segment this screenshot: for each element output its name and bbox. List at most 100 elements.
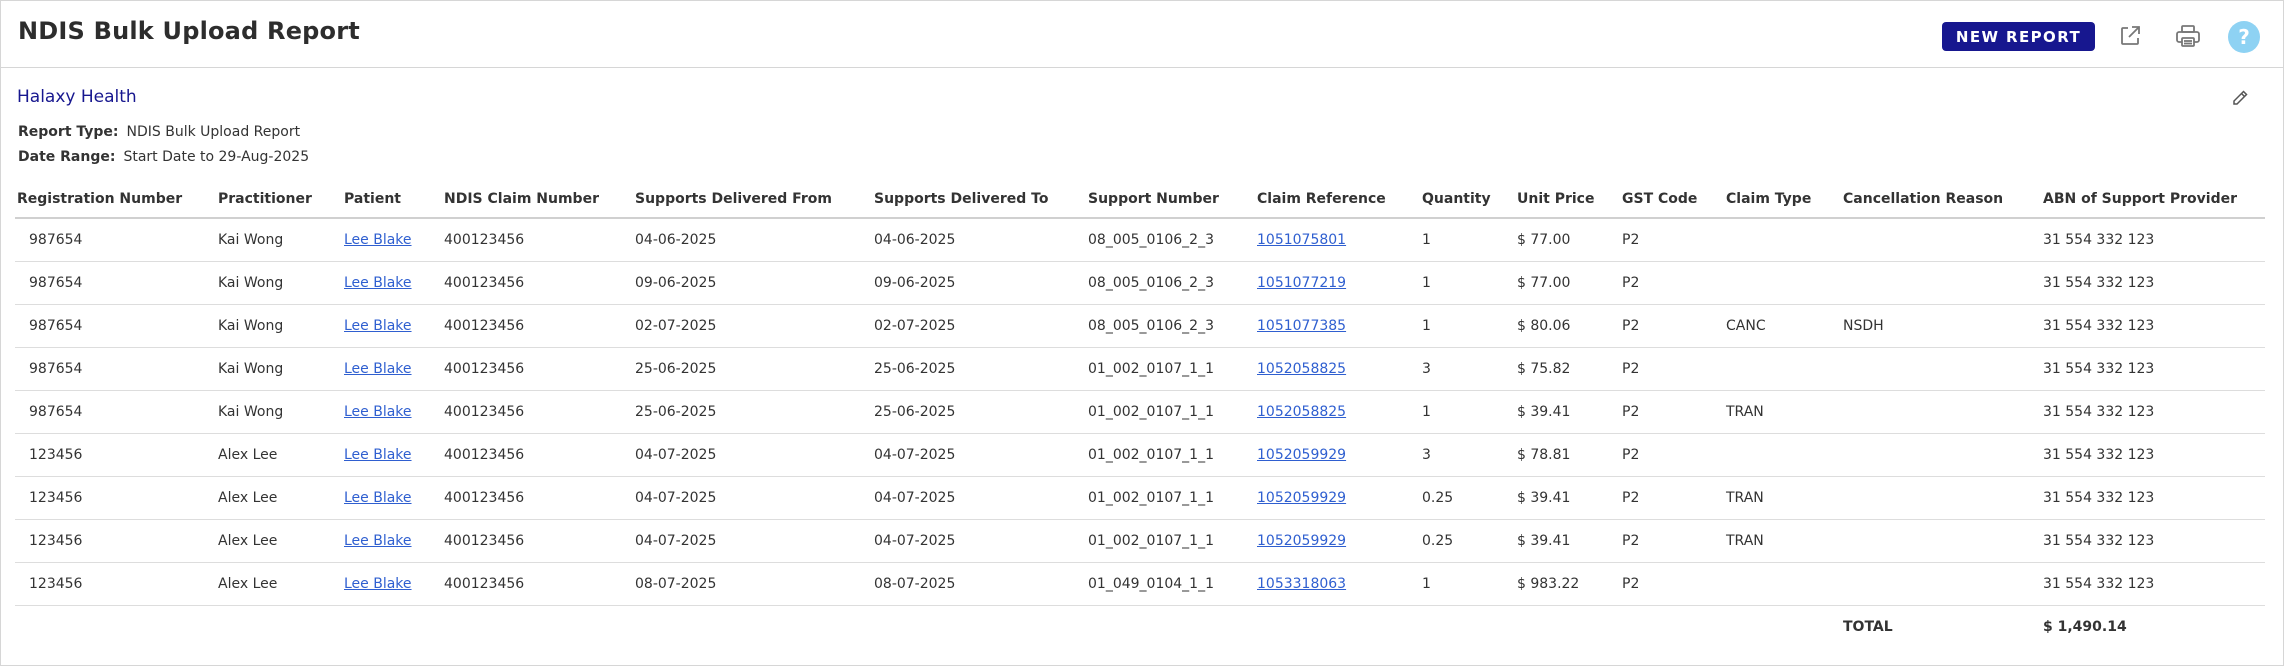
column-header[interactable]: Practitioner: [216, 181, 342, 219]
page-title: NDIS Bulk Upload Report: [18, 17, 360, 45]
patient-link[interactable]: Lee Blake: [344, 576, 412, 592]
patient-link[interactable]: Lee Blake: [344, 232, 412, 248]
patient-link[interactable]: Lee Blake: [344, 533, 412, 549]
ndis-claim-number-cell: 400123456: [442, 562, 633, 606]
organisation-name: Halaxy Health: [17, 87, 137, 107]
support-number-cell: 01_049_0104_1_1: [1086, 562, 1255, 606]
printer-icon[interactable]: [2173, 21, 2203, 51]
patient-link[interactable]: Lee Blake: [344, 447, 412, 463]
table-row: 987654 Kai Wong Lee Blake 400123456 25-06-20…: [15, 390, 2265, 434]
column-header[interactable]: NDIS Claim Number: [442, 181, 633, 219]
column-header[interactable]: Claim Reference: [1255, 181, 1420, 219]
claim-reference-link[interactable]: 1051077385: [1257, 318, 1346, 334]
claim-reference-cell: 1053318063: [1255, 562, 1420, 606]
claim-type-cell: CANC: [1724, 304, 1841, 348]
cancellation-reason-cell: NSDH: [1841, 304, 2041, 348]
column-header[interactable]: ABN of Support Provider: [2041, 181, 2265, 219]
abn-cell: 31 554 332 123: [2041, 347, 2265, 391]
unit-price-cell: $ 77.00: [1515, 261, 1620, 305]
column-header[interactable]: Patient: [342, 181, 442, 219]
ndis-claim-number-cell: 400123456: [442, 390, 633, 434]
unit-price-cell: $ 39.41: [1515, 390, 1620, 434]
help-icon[interactable]: ?: [2228, 21, 2260, 53]
column-header[interactable]: GST Code: [1620, 181, 1724, 219]
new-report-button[interactable]: NEW REPORT: [1942, 22, 2095, 51]
external-link-icon[interactable]: [2115, 21, 2145, 51]
column-header[interactable]: Quantity: [1420, 181, 1515, 219]
unit-price-cell: $ 80.06: [1515, 304, 1620, 348]
table-row: 987654 Kai Wong Lee Blake 400123456 09-06-20…: [15, 261, 2265, 305]
patient-link[interactable]: Lee Blake: [344, 318, 412, 334]
quantity-cell: 0.25: [1420, 476, 1515, 520]
unit-price-cell: $ 39.41: [1515, 476, 1620, 520]
total-spacer: [15, 606, 1841, 649]
cancellation-reason-cell: [1841, 261, 2041, 305]
ndis-claim-number-cell: 400123456: [442, 218, 633, 262]
patient-cell: Lee Blake: [342, 304, 442, 348]
unit-price-cell: $ 39.41: [1515, 519, 1620, 563]
claim-type-cell: [1724, 218, 1841, 262]
patient-cell: Lee Blake: [342, 476, 442, 520]
table-row: 123456 Alex Lee Lee Blake 400123456 04-07-20…: [15, 519, 2265, 563]
support-number-cell: 01_002_0107_1_1: [1086, 433, 1255, 477]
gst-code-cell: P2: [1620, 347, 1724, 391]
patient-link[interactable]: Lee Blake: [344, 275, 412, 291]
date-range-label: Date Range:: [18, 149, 116, 165]
patient-cell: Lee Blake: [342, 562, 442, 606]
column-header[interactable]: Unit Price: [1515, 181, 1620, 219]
patient-link[interactable]: Lee Blake: [344, 404, 412, 420]
claim-reference-link[interactable]: 1051077219: [1257, 275, 1346, 291]
column-header[interactable]: Cancellation Reason: [1841, 181, 2041, 219]
claim-reference-link[interactable]: 1052058825: [1257, 404, 1346, 420]
total-label: TOTAL: [1843, 619, 1893, 635]
column-header[interactable]: Registration Number: [15, 181, 216, 219]
claims-table: Registration Number Practitioner Patient…: [15, 181, 2265, 648]
report-frame: NDIS Bulk Upload Report NEW REPORT ? Hal…: [0, 0, 2284, 666]
unit-price-cell: $ 75.82: [1515, 347, 1620, 391]
supports-to-cell: 04-06-2025: [872, 218, 1086, 262]
gst-code-cell: P2: [1620, 261, 1724, 305]
column-header[interactable]: Support Number: [1086, 181, 1255, 219]
registration-number-cell: 987654: [15, 347, 216, 391]
patient-link[interactable]: Lee Blake: [344, 490, 412, 506]
supports-to-cell: 09-06-2025: [872, 261, 1086, 305]
column-header[interactable]: Claim Type: [1724, 181, 1841, 219]
supports-to-cell: 04-07-2025: [872, 519, 1086, 563]
cancellation-reason-cell: [1841, 433, 2041, 477]
claim-type-cell: [1724, 347, 1841, 391]
gst-code-cell: P2: [1620, 390, 1724, 434]
registration-number-cell: 987654: [15, 218, 216, 262]
report-type-row: Report Type: NDIS Bulk Upload Report: [18, 124, 300, 140]
claim-type-cell: [1724, 261, 1841, 305]
gst-code-cell: P2: [1620, 218, 1724, 262]
abn-cell: 31 554 332 123: [2041, 218, 2265, 262]
claim-reference-link[interactable]: 1052059929: [1257, 533, 1346, 549]
column-header[interactable]: Supports Delivered From: [633, 181, 872, 219]
quantity-cell: 1: [1420, 218, 1515, 262]
support-number-cell: 01_002_0107_1_1: [1086, 390, 1255, 434]
supports-from-cell: 04-07-2025: [633, 476, 872, 520]
ndis-claim-number-cell: 400123456: [442, 433, 633, 477]
quantity-cell: 0.25: [1420, 519, 1515, 563]
claim-reference-cell: 1051077385: [1255, 304, 1420, 348]
patient-cell: Lee Blake: [342, 347, 442, 391]
edit-icon[interactable]: [2229, 87, 2251, 109]
claim-reference-link[interactable]: 1052059929: [1257, 490, 1346, 506]
claim-reference-link[interactable]: 1052059929: [1257, 447, 1346, 463]
abn-cell: 31 554 332 123: [2041, 476, 2265, 520]
cancellation-reason-cell: [1841, 218, 2041, 262]
supports-to-cell: 25-06-2025: [872, 390, 1086, 434]
quantity-cell: 1: [1420, 304, 1515, 348]
claim-reference-link[interactable]: 1051075801: [1257, 232, 1346, 248]
claim-type-cell: TRAN: [1724, 476, 1841, 520]
claim-type-cell: [1724, 433, 1841, 477]
unit-price-cell: $ 983.22: [1515, 562, 1620, 606]
claim-reference-link[interactable]: 1053318063: [1257, 576, 1346, 592]
table-row: 987654 Kai Wong Lee Blake 400123456 25-06-20…: [15, 347, 2265, 391]
patient-link[interactable]: Lee Blake: [344, 361, 412, 377]
quantity-cell: 3: [1420, 347, 1515, 391]
column-header[interactable]: Supports Delivered To: [872, 181, 1086, 219]
gst-code-cell: P2: [1620, 476, 1724, 520]
supports-to-cell: 04-07-2025: [872, 433, 1086, 477]
claim-reference-link[interactable]: 1052058825: [1257, 361, 1346, 377]
